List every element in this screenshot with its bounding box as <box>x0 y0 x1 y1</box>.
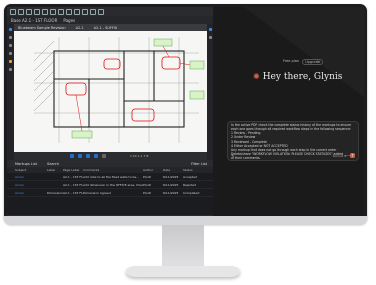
column-header[interactable]: Label <box>47 168 63 172</box>
column-header[interactable]: Status <box>183 168 203 172</box>
send-button[interactable]: ↑ <box>350 153 355 158</box>
bookmarks-icon[interactable] <box>9 36 12 39</box>
upgrade-link[interactable]: Upgrade <box>302 59 324 65</box>
plan-indicator: Free plan Upgrade <box>283 59 324 65</box>
zoom-readout: 1.5X 1.1 7 B <box>130 154 149 158</box>
screen-reflection <box>244 7 364 97</box>
markups-search[interactable]: Search <box>47 162 59 166</box>
filter-list-button[interactable]: Filter List <box>191 162 207 166</box>
thumbnails-icon[interactable] <box>9 28 12 31</box>
chat-composer[interactable]: In the active PDF check the complete sta… <box>227 121 359 161</box>
pan-icon[interactable] <box>66 8 72 15</box>
monitor-base <box>126 266 240 277</box>
plan-label: Free plan <box>283 59 300 63</box>
markups-title: Markups List <box>15 161 38 166</box>
sparkle-icon: ✺ <box>253 72 260 81</box>
column-header[interactable]: Author <box>143 168 163 172</box>
next-page-icon[interactable] <box>86 154 90 158</box>
redo-icon[interactable] <box>50 8 56 15</box>
add-attachment-button[interactable]: + <box>231 153 234 158</box>
screen: Base A2.1 - 1ST FLOOR Pages Bluebeam Sam… <box>7 7 364 221</box>
pdf-app-window: Base A2.1 - 1ST FLOOR Pages Bluebeam Sam… <box>7 7 213 221</box>
save-icon[interactable] <box>26 8 32 15</box>
tab-document-3[interactable]: A2.1 - SUFFIX <box>94 26 118 30</box>
table-row[interactable]: Arrow A2.1 - 1ST FLOOR Add note to all t… <box>7 173 213 181</box>
first-page-icon[interactable] <box>70 154 74 158</box>
cloud-icon[interactable] <box>98 8 104 15</box>
pen-icon[interactable] <box>82 8 88 15</box>
column-header[interactable]: Comments <box>83 168 143 172</box>
table-row[interactable]: Arrow A2.1 - 1ST FLOOR Add dimension in … <box>7 181 213 189</box>
assistant-panel: Free plan Upgrade ✺ Hey there, Glynis In… <box>213 7 364 221</box>
select-icon[interactable] <box>58 8 64 15</box>
studio-icon[interactable] <box>208 36 212 39</box>
text-icon[interactable] <box>90 8 96 15</box>
print-icon[interactable] <box>34 8 40 15</box>
layers-icon[interactable] <box>9 52 12 55</box>
monitor-stand <box>162 225 204 269</box>
open-icon[interactable] <box>18 8 24 15</box>
tool-chest-icon[interactable] <box>9 60 12 63</box>
zoom-icon[interactable] <box>74 8 80 15</box>
last-page-icon[interactable] <box>94 154 98 158</box>
search-icon[interactable] <box>9 68 12 71</box>
document-tabs: Bluebeam Sample Revision A2.1 A2.1 - SUF… <box>14 24 207 31</box>
tab-document-2[interactable]: A2.1 <box>76 26 84 30</box>
panel-icon[interactable] <box>208 28 212 31</box>
prev-page-icon[interactable] <box>78 154 82 158</box>
tab-pages[interactable]: Pages <box>63 18 75 23</box>
main-toolbar <box>7 7 213 16</box>
monitor: Base A2.1 - 1ST FLOOR Pages Bluebeam Sam… <box>4 4 367 224</box>
column-header[interactable]: Page Label <box>63 168 83 172</box>
greeting-text: Hey there, Glynis <box>262 72 343 82</box>
floor-plan-canvas[interactable] <box>14 31 207 152</box>
canvas-toolbar: 1.5X 1.1 7 B <box>14 152 207 160</box>
monitor-chin <box>4 216 367 225</box>
greeting: ✺ Hey there, Glynis <box>253 72 342 82</box>
column-header[interactable]: Date <box>163 168 183 172</box>
new-icon[interactable] <box>10 8 16 15</box>
markups-header: Markups List Search Filter List <box>7 160 213 167</box>
table-row[interactable]: Arrow Dimension A2.1 - 1ST FLOOR Dimensi… <box>7 189 213 197</box>
rotate-icon[interactable] <box>102 154 106 158</box>
floor-plan-drawing <box>14 31 207 152</box>
left-panel-bar <box>7 24 14 166</box>
tab-file[interactable]: Base A2.1 - 1ST FLOOR <box>11 18 57 23</box>
file-tabs: Base A2.1 - 1ST FLOOR Pages <box>7 16 213 24</box>
column-header[interactable]: Subject <box>15 168 47 172</box>
properties-icon[interactable] <box>9 44 12 47</box>
model-selector[interactable]: Sonnet 4 <box>333 154 346 158</box>
undo-icon[interactable] <box>42 8 48 15</box>
tab-document-1[interactable]: Bluebeam Sample Revision <box>18 26 66 30</box>
composer-footer: + Sonnet 4 ↑ <box>231 153 355 158</box>
markups-list-panel: Markups List Search Filter List Subject … <box>7 160 213 215</box>
